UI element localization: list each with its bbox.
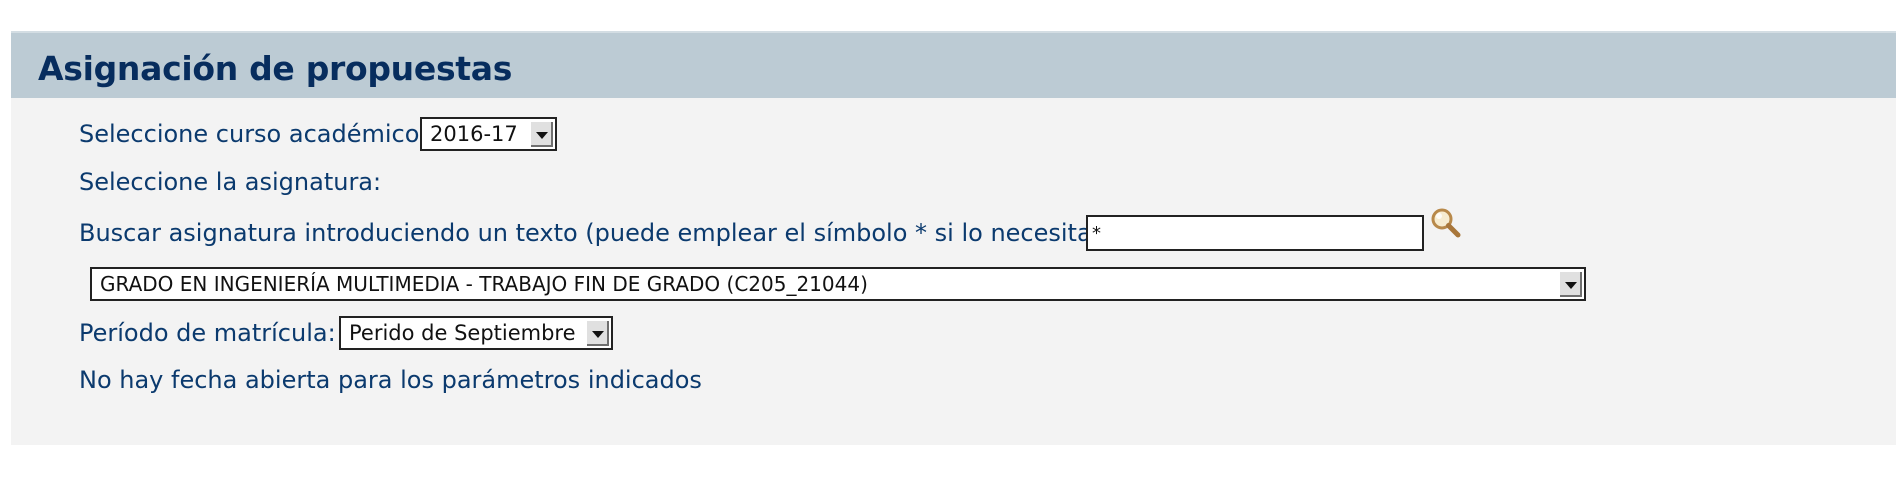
- enrollment-period-select[interactable]: Perido de Septiembre: [339, 316, 613, 350]
- enrollment-period-label: Período de matrícula:: [79, 319, 336, 347]
- chevron-down-icon[interactable]: [1559, 271, 1582, 297]
- magnifier-icon[interactable]: [1428, 206, 1464, 242]
- page-title: Asignación de propuestas: [38, 49, 513, 88]
- subject-select-value: GRADO EN INGENIERÍA MULTIMEDIA - TRABAJO…: [100, 272, 868, 296]
- chevron-down-icon[interactable]: [530, 121, 553, 147]
- subject-search-input[interactable]: [1086, 215, 1424, 251]
- status-message: No hay fecha abierta para los parámetros…: [79, 366, 702, 394]
- enrollment-period-value: Perido de Septiembre: [349, 321, 576, 345]
- subject-label: Seleccione la asignatura:: [79, 168, 382, 196]
- chevron-down-icon[interactable]: [586, 320, 609, 346]
- subject-select[interactable]: GRADO EN INGENIERÍA MULTIMEDIA - TRABAJO…: [90, 267, 1586, 301]
- subject-search-label: Buscar asignatura introduciendo un texto…: [79, 219, 1134, 247]
- academic-year-label: Seleccione curso académico:: [79, 120, 428, 148]
- panel-header: Asignación de propuestas: [11, 31, 1896, 98]
- academic-year-select[interactable]: 2016-17: [420, 117, 557, 151]
- academic-year-value: 2016-17: [430, 122, 518, 146]
